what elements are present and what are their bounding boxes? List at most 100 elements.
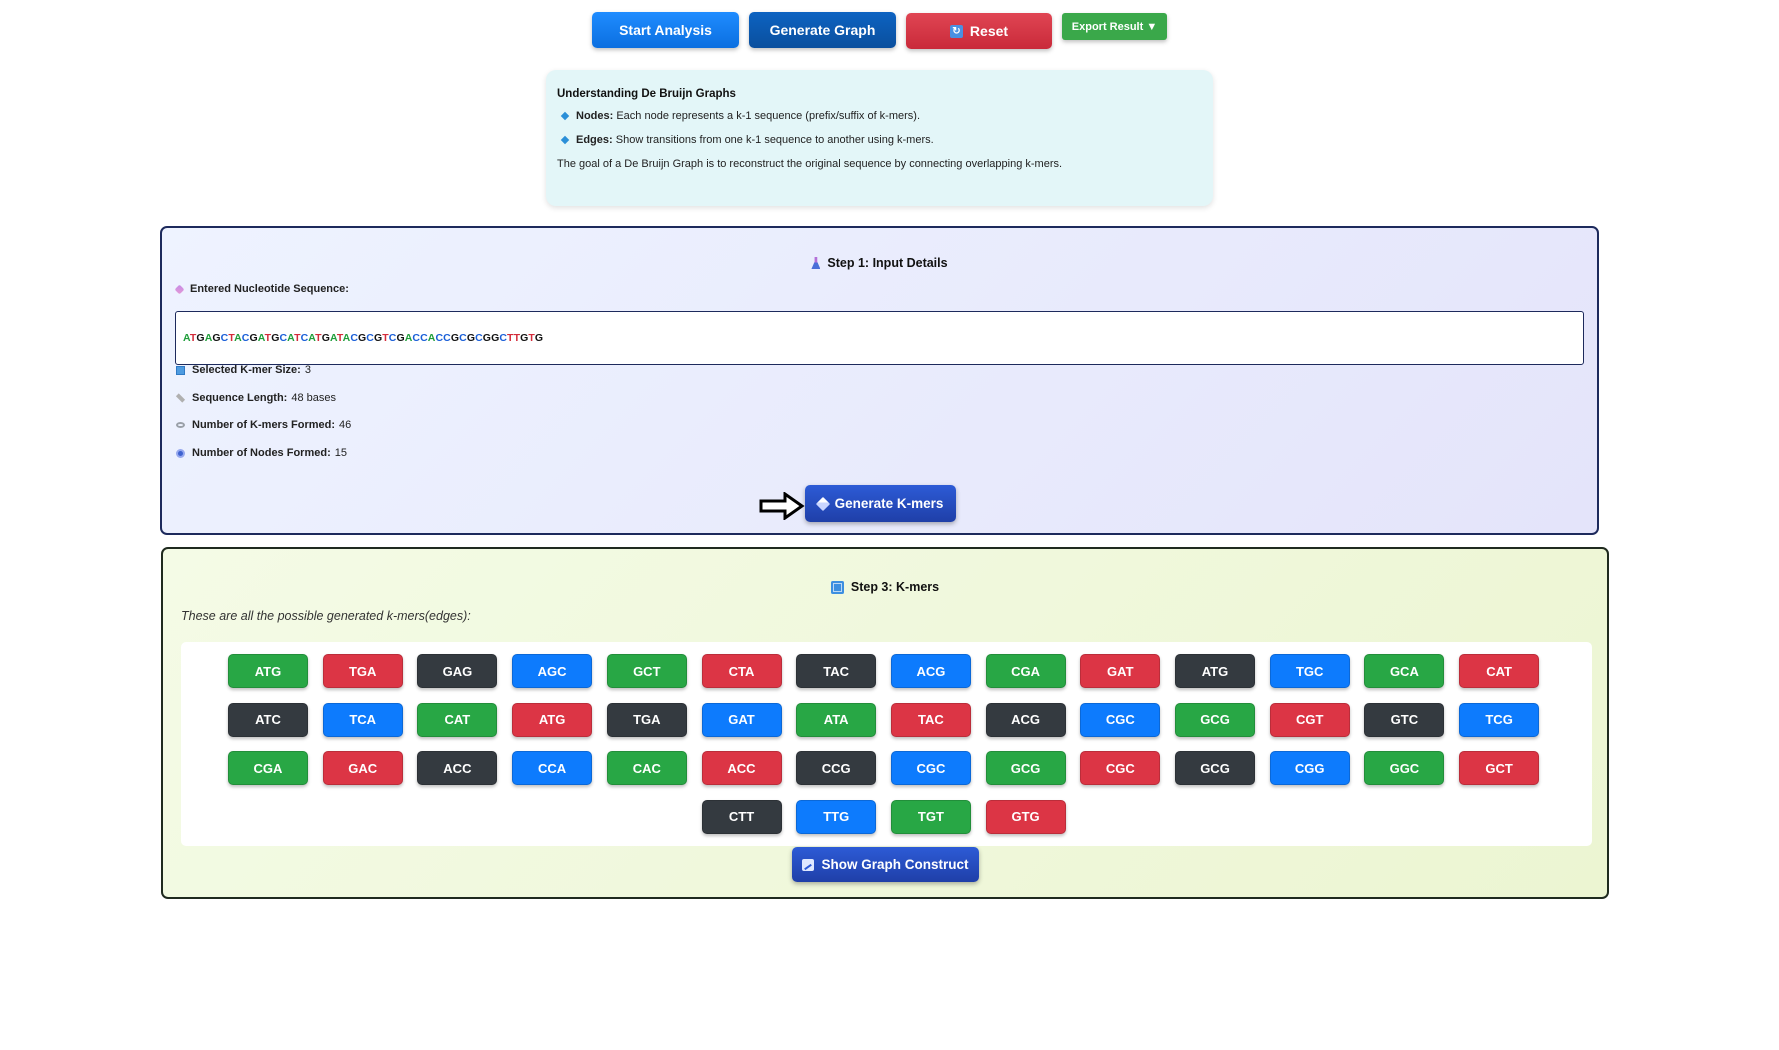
chart-icon <box>802 858 815 871</box>
kmer-chip[interactable]: CGA <box>228 751 308 785</box>
abacus-icon <box>830 580 844 594</box>
start-analysis-button[interactable]: Start Analysis <box>592 12 739 48</box>
info-nodes-label: Nodes: <box>576 110 614 122</box>
kmer-chip[interactable]: CTT <box>701 799 782 834</box>
kmer-chip[interactable]: CAT <box>1459 654 1540 688</box>
kmer-chip[interactable]: GTC <box>1364 702 1445 737</box>
refresh-icon: ↻ <box>949 24 963 38</box>
kmer-chip[interactable]: GAG <box>417 654 498 688</box>
nucleotide-base: C <box>412 332 421 344</box>
info-edges-item: Edges: Show transitions from one k-1 seq… <box>557 134 1202 146</box>
kmer-chip[interactable]: TAC <box>890 702 971 737</box>
kmer-chip[interactable]: GCA <box>1364 654 1445 688</box>
kmer-chip[interactable]: CCA <box>512 751 593 785</box>
reset-button-label: Reset <box>969 23 1009 39</box>
nucleotide-base: G <box>482 332 492 344</box>
toolbar: Start Analysis Generate Graph ↻ Reset Ex… <box>0 12 1779 52</box>
kmer-chip[interactable]: TCA <box>322 702 403 737</box>
info-goal-text: The goal of a De Bruijn Graph is to reco… <box>557 158 1063 170</box>
nucleotide-base: C <box>420 332 428 344</box>
kmer-chip[interactable]: GAT <box>1080 654 1161 688</box>
kmer-description: These are all the possible generated k-m… <box>181 609 471 623</box>
nucleotide-base: G <box>212 332 221 344</box>
kmer-chip[interactable]: CGA <box>985 654 1066 688</box>
nucleotide-base: A <box>257 332 265 344</box>
kmers-formed-row: Number of K-mers Formed: 46 <box>176 419 351 431</box>
export-result-dropdown[interactable]: Export Result ▼ <box>1062 13 1167 40</box>
step3-panel: Step 3: K-mers These are all the possibl… <box>161 547 1609 899</box>
nucleotide-base: A <box>234 332 242 344</box>
show-graph-construct-button[interactable]: Show Graph Construct <box>792 847 979 882</box>
sequence-length-value: 48 bases <box>291 392 336 404</box>
kmer-chip[interactable]: GCG <box>985 751 1066 785</box>
nucleotide-base: C <box>443 332 451 344</box>
bullet-diamond-icon <box>560 135 570 145</box>
generate-kmers-button[interactable]: Generate K-mers <box>805 485 956 522</box>
kmer-chip[interactable]: CGC <box>1080 702 1161 737</box>
info-title: Understanding De Bruijn Graphs <box>557 88 736 100</box>
info-edges-label: Edges: <box>576 134 613 146</box>
nucleotide-base: C <box>279 332 288 344</box>
kmer-chip[interactable]: CAC <box>606 751 687 785</box>
kmer-chip[interactable]: TCG <box>1459 702 1540 737</box>
kmer-chip[interactable]: TGC <box>1269 654 1350 688</box>
nucleotide-base: A <box>329 332 337 344</box>
kmer-chip[interactable]: ATG <box>228 654 308 688</box>
nucleotide-base: G <box>321 332 330 344</box>
kmer-chip[interactable]: CGG <box>1269 751 1350 785</box>
nucleotide-base: G <box>466 332 476 344</box>
sequence-label: Entered Nucleotide Sequence: <box>190 283 349 295</box>
kmer-chip[interactable]: ACG <box>985 702 1066 737</box>
kmer-chip[interactable]: ACC <box>417 751 498 785</box>
info-box: Understanding De Bruijn Graphs Nodes: Ea… <box>546 70 1213 206</box>
nodes-formed-label: Number of Nodes Formed: <box>192 447 331 459</box>
kmer-chip[interactable]: GCT <box>606 654 687 688</box>
kmer-chip[interactable]: GAT <box>701 702 782 737</box>
nucleotide-base: C <box>499 332 508 344</box>
kmer-chip[interactable]: TGA <box>606 702 687 737</box>
kmer-chip[interactable]: CAT <box>417 702 498 737</box>
kmer-chip[interactable]: CGC <box>1080 751 1161 785</box>
kmer-chip[interactable]: ATG <box>512 702 593 737</box>
sequence-display: ATGAGCTACGATGCATCATGATACGCGTCGACCACCGCGC… <box>175 311 1584 365</box>
generate-graph-button[interactable]: Generate Graph <box>749 12 896 48</box>
kmer-chip[interactable]: ACG <box>890 654 971 688</box>
kmer-chip[interactable]: CGT <box>1269 702 1350 737</box>
kmer-chip[interactable]: GCG <box>1175 751 1255 785</box>
nucleotide-base: G <box>373 332 383 344</box>
kmer-chip[interactable]: AGC <box>512 654 593 688</box>
kmer-chip[interactable]: ATC <box>228 702 308 737</box>
kmer-chip[interactable]: GAC <box>322 751 403 785</box>
kmer-chip[interactable]: CGC <box>890 751 971 785</box>
kmer-chip[interactable]: TAC <box>796 654 877 688</box>
kmer-chip[interactable]: ACC <box>701 751 782 785</box>
info-edges-text: Show transitions from one k-1 sequence t… <box>615 134 934 146</box>
kmer-chip[interactable]: GGC <box>1364 751 1445 785</box>
kmer-chip[interactable]: ATG <box>1175 654 1255 688</box>
step1-title-text: Step 1: Input Details <box>827 256 948 270</box>
sequence-label-row: Entered Nucleotide Sequence: <box>174 283 353 295</box>
kmer-chip[interactable]: TGA <box>322 654 403 688</box>
nucleotide-base: G <box>196 332 205 344</box>
kmers-formed-label: Number of K-mers Formed: <box>192 419 336 431</box>
nucleotide-base: C <box>366 332 374 344</box>
kmer-chip[interactable]: GCT <box>1459 751 1540 785</box>
nucleotide-base: C <box>459 332 467 344</box>
nodes-formed-value: 15 <box>334 447 347 459</box>
nucleotide-base: G <box>450 332 460 344</box>
kmer-chip[interactable]: GTG <box>985 799 1066 834</box>
kmer-chip[interactable]: CTA <box>701 654 782 688</box>
kmer-chip[interactable]: GCG <box>1175 702 1255 737</box>
kmer-chip[interactable]: TTG <box>796 799 877 834</box>
sequence-length-row: Sequence Length: 48 bases <box>175 392 336 404</box>
kmers-formed-value: 46 <box>339 419 352 431</box>
nucleotide-base: G <box>534 332 544 344</box>
kmer-chip[interactable]: TGT <box>890 799 971 834</box>
nucleotide-base: C <box>475 332 483 344</box>
kmer-chip[interactable]: ATA <box>796 702 877 737</box>
step3-title: Step 3: K-mers <box>163 580 1607 594</box>
nucleotide-base: A <box>183 332 190 344</box>
kmer-chip[interactable]: CCG <box>796 751 877 785</box>
reset-button[interactable]: ↻ Reset <box>906 13 1052 49</box>
info-nodes-text: Each node represents a k-1 sequence (pre… <box>616 110 921 122</box>
